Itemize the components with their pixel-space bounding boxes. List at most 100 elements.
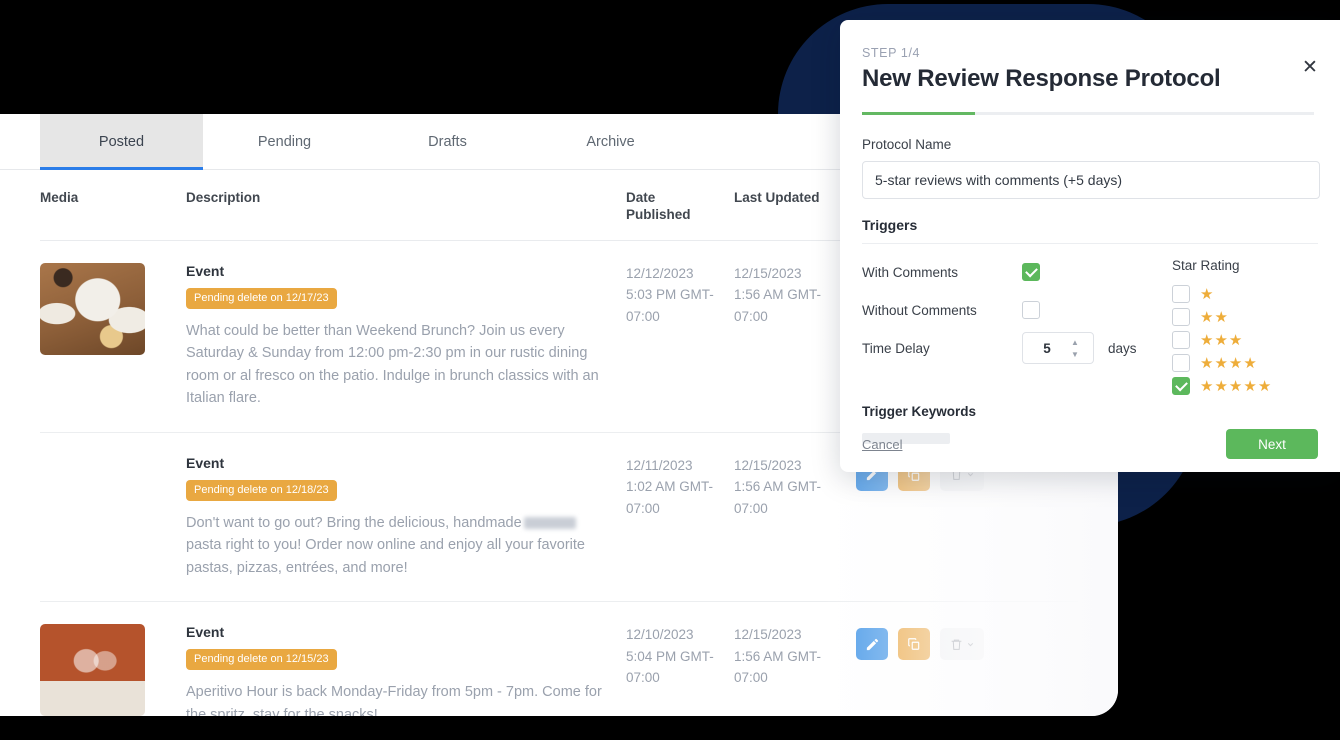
star-rating-checkbox-3[interactable] (1172, 331, 1190, 349)
tab-drafts[interactable]: Drafts (366, 114, 529, 169)
star-icon: ★ (1200, 331, 1214, 349)
tab-posted[interactable]: Posted (40, 114, 203, 170)
tab-label: Archive (586, 133, 635, 150)
date-line2: 5:04 PM GMT- (626, 648, 714, 664)
star-rating-row-4: ★ ★ ★ ★ (1172, 352, 1318, 374)
star-icon: ★ (1214, 308, 1228, 326)
date-line3: 07:00 (734, 308, 768, 324)
star-group-4: ★ ★ ★ ★ (1200, 356, 1257, 371)
star-rating-label: Star Rating (1172, 258, 1240, 273)
column-header-line1: Date (626, 190, 656, 205)
modal-footer: Cancel Next (840, 416, 1340, 472)
post-description: Don't want to go out? Bring the deliciou… (186, 512, 602, 579)
time-delay-input[interactable] (1023, 340, 1071, 356)
date-line1: 12/15/2023 (734, 457, 802, 473)
star-group-5: ★ ★ ★ ★ ★ (1200, 379, 1271, 394)
trigger-without-comments: Without Comments (862, 296, 1172, 324)
last-updated-cell: 12/15/2023 1:56 AM GMT- 07:00 (734, 455, 856, 520)
date-line1: 12/15/2023 (734, 265, 802, 281)
status-badge: Pending delete on 12/18/23 (186, 479, 337, 501)
with-comments-checkbox[interactable] (1022, 263, 1040, 281)
date-published-cell: 12/10/2023 5:04 PM GMT- 07:00 (626, 624, 734, 689)
row-action-buttons (856, 624, 1016, 661)
star-rating-row-3: ★ ★ ★ (1172, 329, 1318, 351)
stepper-up-icon[interactable]: ▲ (1071, 338, 1079, 346)
pencil-icon (866, 638, 878, 650)
triggers-section: With Comments Without Comments Time Dela… (862, 244, 1318, 398)
star-rating-checkbox-2[interactable] (1172, 308, 1190, 326)
post-thumbnail[interactable] (40, 624, 145, 716)
post-thumbnail[interactable] (40, 262, 145, 355)
post-thumbnail[interactable] (40, 455, 145, 547)
media-cell (40, 262, 186, 355)
table-row[interactable]: Event Pending delete on 12/15/23 Aperiti… (40, 602, 1078, 716)
star-group-1: ★ (1200, 287, 1213, 302)
star-icon: ★ (1228, 354, 1243, 372)
star-rating-row-2: ★ ★ (1172, 306, 1318, 328)
redacted-text (523, 516, 576, 529)
time-delay-unit: days (1108, 340, 1137, 356)
star-group-2: ★ ★ (1200, 310, 1228, 325)
actions-cell (856, 624, 1016, 661)
protocol-name-input[interactable] (862, 161, 1320, 199)
star-rating-checkbox-4[interactable] (1172, 354, 1190, 372)
edit-button[interactable] (856, 628, 888, 661)
date-line2: 1:02 AM GMT- (626, 479, 714, 495)
column-header-description: Description (186, 190, 261, 205)
post-kind: Event (186, 454, 225, 471)
star-icon: ★ (1257, 377, 1272, 395)
star-icon: ★ (1228, 377, 1243, 395)
next-button[interactable]: Next (1226, 429, 1318, 459)
post-kind: Event (186, 262, 225, 279)
star-icon: ★ (1200, 285, 1214, 303)
post-description: Aperitivo Hour is back Monday-Friday fro… (186, 684, 602, 716)
trigger-with-comments: With Comments (862, 258, 1172, 286)
cancel-button[interactable]: Cancel (862, 437, 902, 452)
tab-archive[interactable]: Archive (529, 114, 692, 169)
post-description: What could be better than Weekend Brunch… (186, 322, 599, 407)
star-rating-checkbox-1[interactable] (1172, 285, 1190, 303)
star-icon: ★ (1243, 377, 1257, 395)
new-protocol-modal: STEP 1/4 New Review Response Protocol ✕ … (840, 20, 1340, 472)
delete-button[interactable] (940, 628, 984, 661)
media-cell (40, 624, 186, 716)
star-rating-checkbox-5[interactable] (1172, 377, 1190, 395)
date-published-cell: 12/12/2023 5:03 PM GMT- 07:00 (626, 263, 734, 328)
step-indicator: STEP 1/4 (862, 46, 921, 60)
close-button[interactable]: ✕ (1300, 58, 1320, 78)
last-updated-cell: 12/15/2023 1:56 AM GMT- 07:00 (734, 624, 856, 689)
chevron-down-icon (967, 642, 973, 646)
date-line3: 07:00 (626, 308, 660, 324)
date-line3: 07:00 (734, 670, 768, 686)
stepper-down-icon[interactable]: ▼ (1071, 350, 1079, 358)
screen: Posted Pending Drafts Archive Media Desc… (0, 0, 1340, 740)
description-cell: Event Pending delete on 12/18/23 Don't w… (186, 455, 626, 579)
date-line1: 12/12/2023 (626, 265, 694, 281)
without-comments-checkbox[interactable] (1022, 301, 1040, 319)
star-icon: ★ (1214, 331, 1228, 349)
status-badge: Pending delete on 12/17/23 (186, 287, 337, 309)
time-delay-label: Time Delay (862, 340, 930, 356)
last-updated-cell: 12/15/2023 1:56 AM GMT- 07:00 (734, 263, 856, 328)
star-rating-column: Star Rating ★ ★ ★ ★ ★ ★ ★ ★ ★ ★ ★ ★ ★ ★ … (1172, 258, 1318, 398)
protocol-name-label: Protocol Name (862, 137, 952, 152)
desc-text-before: Don't want to go out? Bring the deliciou… (186, 514, 522, 531)
post-kind: Event (186, 624, 225, 641)
modal-title: New Review Response Protocol (862, 65, 1221, 92)
copy-icon (908, 638, 920, 650)
tab-label: Drafts (428, 133, 467, 150)
date-line2: 1:56 AM GMT- (734, 287, 822, 303)
trash-icon (951, 639, 961, 650)
star-icon: ★ (1200, 354, 1214, 372)
date-line2: 1:56 AM GMT- (734, 479, 822, 495)
time-delay-stepper[interactable]: ▲ ▼ (1022, 332, 1094, 364)
tab-pending[interactable]: Pending (203, 114, 366, 169)
column-header-date-published: Date Published (626, 190, 734, 224)
copy-button[interactable] (898, 628, 930, 661)
star-rating-row-5: ★ ★ ★ ★ ★ (1172, 375, 1318, 397)
description-cell: Event Pending delete on 12/17/23 What co… (186, 263, 626, 410)
date-line1: 12/15/2023 (734, 627, 802, 643)
tab-label: Pending (257, 133, 312, 150)
star-icon: ★ (1200, 377, 1214, 395)
progress-fill (862, 112, 975, 115)
